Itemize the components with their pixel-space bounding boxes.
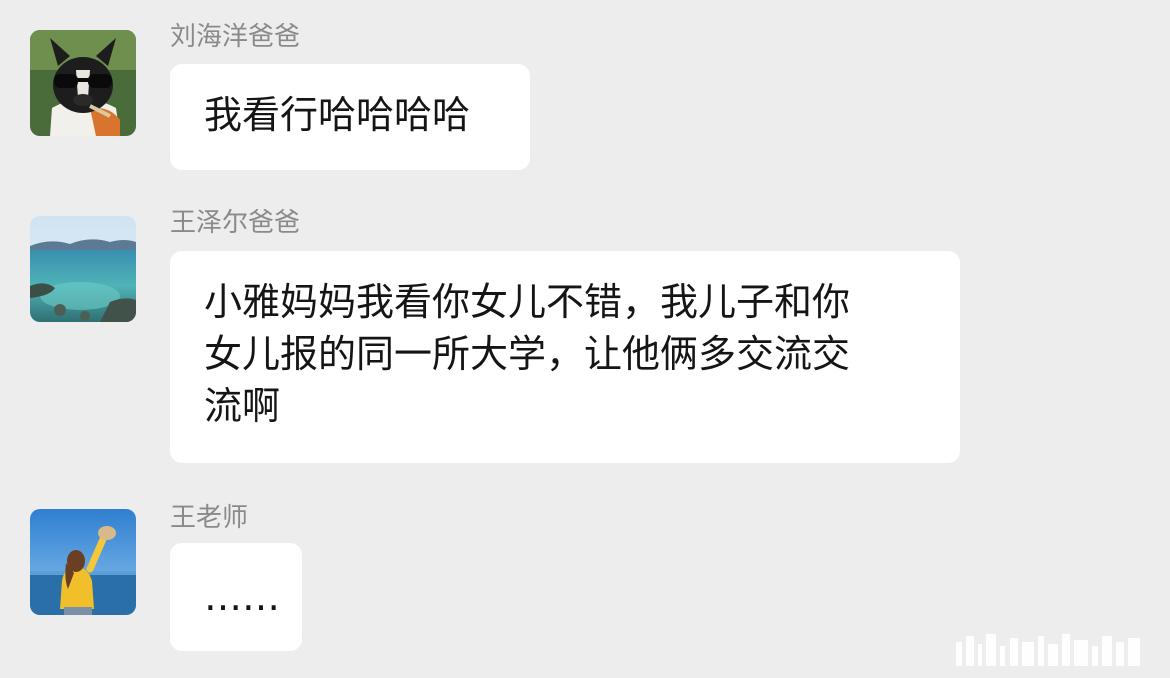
lake-landscape-avatar-icon[interactable] xyxy=(30,216,136,322)
woman-at-beach-avatar-icon[interactable] xyxy=(30,509,136,615)
message-bubble[interactable]: …… xyxy=(170,543,302,651)
message-bubble[interactable]: 我看行哈哈哈哈 xyxy=(170,64,530,170)
dog-with-sunglasses-avatar-icon[interactable] xyxy=(30,30,136,136)
sender-name: 王老师 xyxy=(170,503,249,533)
sender-name: 刘海洋爸爸 xyxy=(170,22,301,52)
watermark-icon xyxy=(956,634,1140,666)
sender-name: 王泽尔爸爸 xyxy=(170,208,301,238)
chat-message-list[interactable]: 刘海洋爸爸 我看行哈哈哈哈 王泽尔爸爸 小雅妈妈我看你女儿不错，我儿子和你 女儿… xyxy=(0,0,1170,678)
message-bubble[interactable]: 小雅妈妈我看你女儿不错，我儿子和你 女儿报的同一所大学，让他俩多交流交 流啊 xyxy=(170,251,960,463)
